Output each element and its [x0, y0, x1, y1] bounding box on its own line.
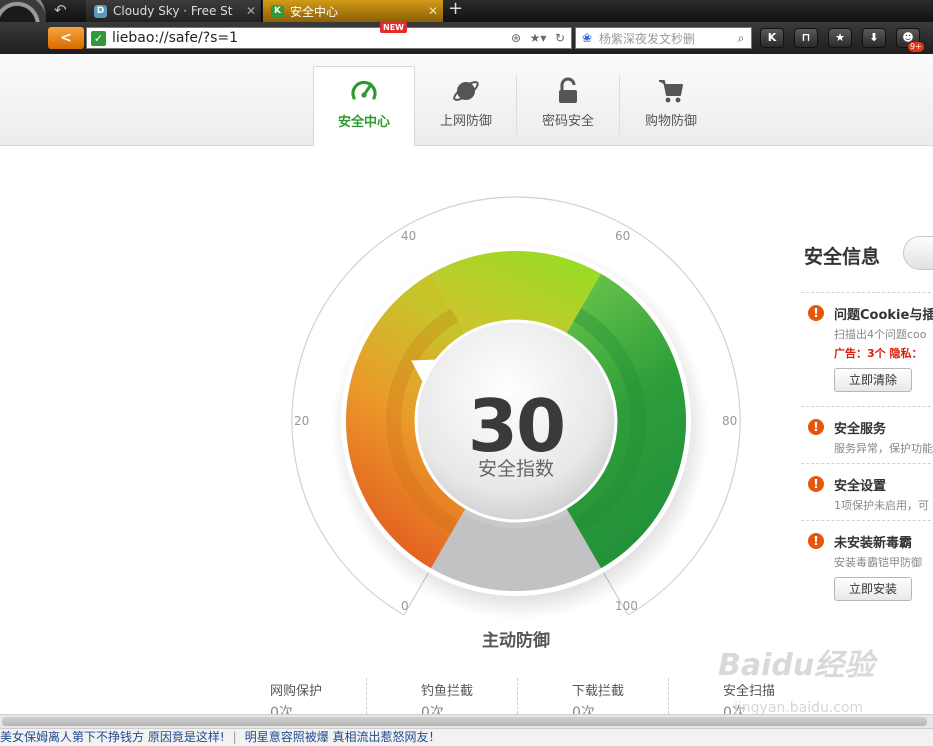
tab-shopping-defense[interactable]: 购物防御	[620, 66, 722, 146]
tab-password-security[interactable]: 密码安全	[517, 66, 619, 146]
gauge-tick-label: 40	[401, 228, 417, 243]
search-box[interactable]: ❀ 杨紫深夜发文秒删 ⌕	[575, 27, 752, 49]
gauge-tick-label: 100	[615, 599, 638, 614]
close-tab-icon[interactable]: ✕	[423, 4, 443, 18]
tab-label: 安全中心	[337, 115, 390, 130]
warning-icon: !	[808, 419, 824, 435]
stat-phishing-block-label: 钓鱼拦截	[421, 684, 474, 699]
tab-title: 安全中心	[290, 4, 339, 19]
safe-center-nav: 安全中心 上网防御 密码安全 购物防御	[0, 54, 933, 147]
undo-close-tab-icon[interactable]: ↶	[54, 1, 67, 19]
info-item-settings: ! 安全设置 1项保护未启用，可	[801, 463, 933, 520]
tab-label: 购物防御	[644, 114, 697, 129]
warning-icon: !	[808, 476, 824, 492]
baidu-paw-icon[interactable]: ❀	[579, 30, 595, 46]
bookmark-star-icon[interactable]: ★▾	[527, 31, 549, 45]
speedometer-icon	[351, 80, 377, 100]
lock-icon[interactable]: ⊓	[794, 28, 818, 48]
tab-title: Cloudy Sky · Free St	[113, 4, 233, 18]
gauge-tick-label: 20	[294, 414, 310, 428]
info-item-antivirus: ! 未安装新毒霸 安装毒霸铠甲防御 立即安装	[801, 520, 933, 614]
item-warning: 广告：3个 隐私：	[834, 347, 923, 360]
title-bar: ↶ D Cloudy Sky · Free St ✕ K 安全中心 ✕ +	[0, 0, 933, 50]
stat-shopping-protection-label: 网购保护	[270, 684, 323, 699]
stat-divider	[668, 678, 669, 714]
status-bar: 美女保姆离人第下不挣钱方 原因竟是这样! | 明星意容照被爆 真相流出惹怒网友！	[0, 728, 933, 746]
warning-icon: !	[808, 305, 824, 321]
search-input[interactable]: 杨紫深夜发文秒删	[595, 30, 731, 47]
tab-label: 上网防御	[439, 114, 492, 129]
tab-safe-center-home[interactable]: 安全中心	[313, 66, 415, 147]
stat-download-block-label: 下载拦截	[572, 684, 625, 699]
back-button[interactable]: <	[48, 27, 84, 49]
planet-icon	[453, 81, 479, 101]
item-description: 扫描出4个问题coo	[834, 328, 927, 341]
install-now-button[interactable]: 立即安装	[834, 577, 912, 601]
scrollbar-thumb[interactable]	[2, 717, 927, 726]
shopping-cart-icon	[659, 80, 683, 103]
item-description: 服务异常，保护功能	[834, 442, 933, 455]
new-badge: NEW	[380, 22, 407, 33]
tab-label: 密码安全	[541, 114, 594, 129]
kingsoft-icon[interactable]: K	[760, 28, 784, 48]
status-news-link[interactable]: 明星意容照被爆 真相流出惹怒网友！	[245, 730, 441, 744]
item-description: 1项保护未启用，可	[834, 499, 929, 512]
gauge-tick-label: 80	[722, 414, 738, 428]
tab-cloudy-sky[interactable]: D Cloudy Sky · Free St ✕	[86, 0, 262, 22]
favorites-star-icon[interactable]: ★	[828, 28, 852, 48]
item-description: 安装毒霸铠甲防御	[834, 556, 922, 569]
notification-badge: 9+	[908, 42, 924, 52]
horizontal-scrollbar[interactable]	[0, 714, 933, 728]
gauge-tick-label: 60	[615, 228, 631, 243]
status-news-link[interactable]: 美女保姆离人第下不挣钱方 原因竟是这样!	[0, 730, 225, 744]
active-defense-title[interactable]: 主动防御	[416, 626, 616, 651]
security-info-toggle[interactable]	[903, 236, 933, 270]
security-score-label: 安全指数	[477, 458, 554, 480]
stat-divider	[366, 678, 367, 714]
close-tab-icon[interactable]: ✕	[241, 4, 261, 18]
info-item-cookie: ! 问题Cookie与插 扫描出4个问题coo 广告：3个 隐私： 立即清除	[801, 292, 933, 406]
clean-now-button[interactable]: 立即清除	[834, 368, 912, 392]
navigation-bar: < ✓ liebao://safe/?s=1 ⊛ ★▾ ↻ ❀ 杨紫深夜发文秒删…	[0, 22, 933, 54]
page-favicon-icon: D	[94, 4, 107, 18]
baidu-watermark: Baidu经验	[718, 648, 875, 683]
item-title: 安全设置	[834, 479, 887, 494]
secure-check-icon: ✓	[91, 30, 106, 46]
search-icon[interactable]: ⌕	[731, 31, 751, 46]
stat-divider	[517, 678, 518, 714]
refresh-icon[interactable]: ↻	[549, 31, 571, 45]
status-divider: |	[232, 730, 237, 744]
tab-web-defense[interactable]: 上网防御	[415, 66, 517, 146]
gauge-tick-label: 0	[401, 599, 409, 614]
download-icon[interactable]: ⬇	[862, 28, 886, 48]
security-info-title: 安全信息	[804, 246, 881, 268]
item-title: 未安装新毒霸	[834, 536, 913, 551]
tab-safe-center[interactable]: K 安全中心 ✕	[263, 0, 443, 22]
info-item-service: ! 安全服务 服务异常，保护功能	[801, 406, 933, 463]
address-bar[interactable]: ✓ liebao://safe/?s=1 ⊛ ★▾ ↻	[86, 27, 572, 49]
unlock-icon	[559, 77, 577, 103]
warning-icon: !	[808, 533, 824, 549]
url-input[interactable]: liebao://safe/?s=1	[112, 30, 505, 46]
liebao-favicon-icon: K	[271, 4, 284, 18]
item-title: 安全服务	[834, 422, 887, 437]
new-tab-button[interactable]: +	[448, 0, 463, 19]
security-score: 30	[467, 384, 566, 468]
item-title: 问题Cookie与插	[834, 308, 933, 323]
speed-mode-icon[interactable]: ⊛	[505, 31, 527, 45]
